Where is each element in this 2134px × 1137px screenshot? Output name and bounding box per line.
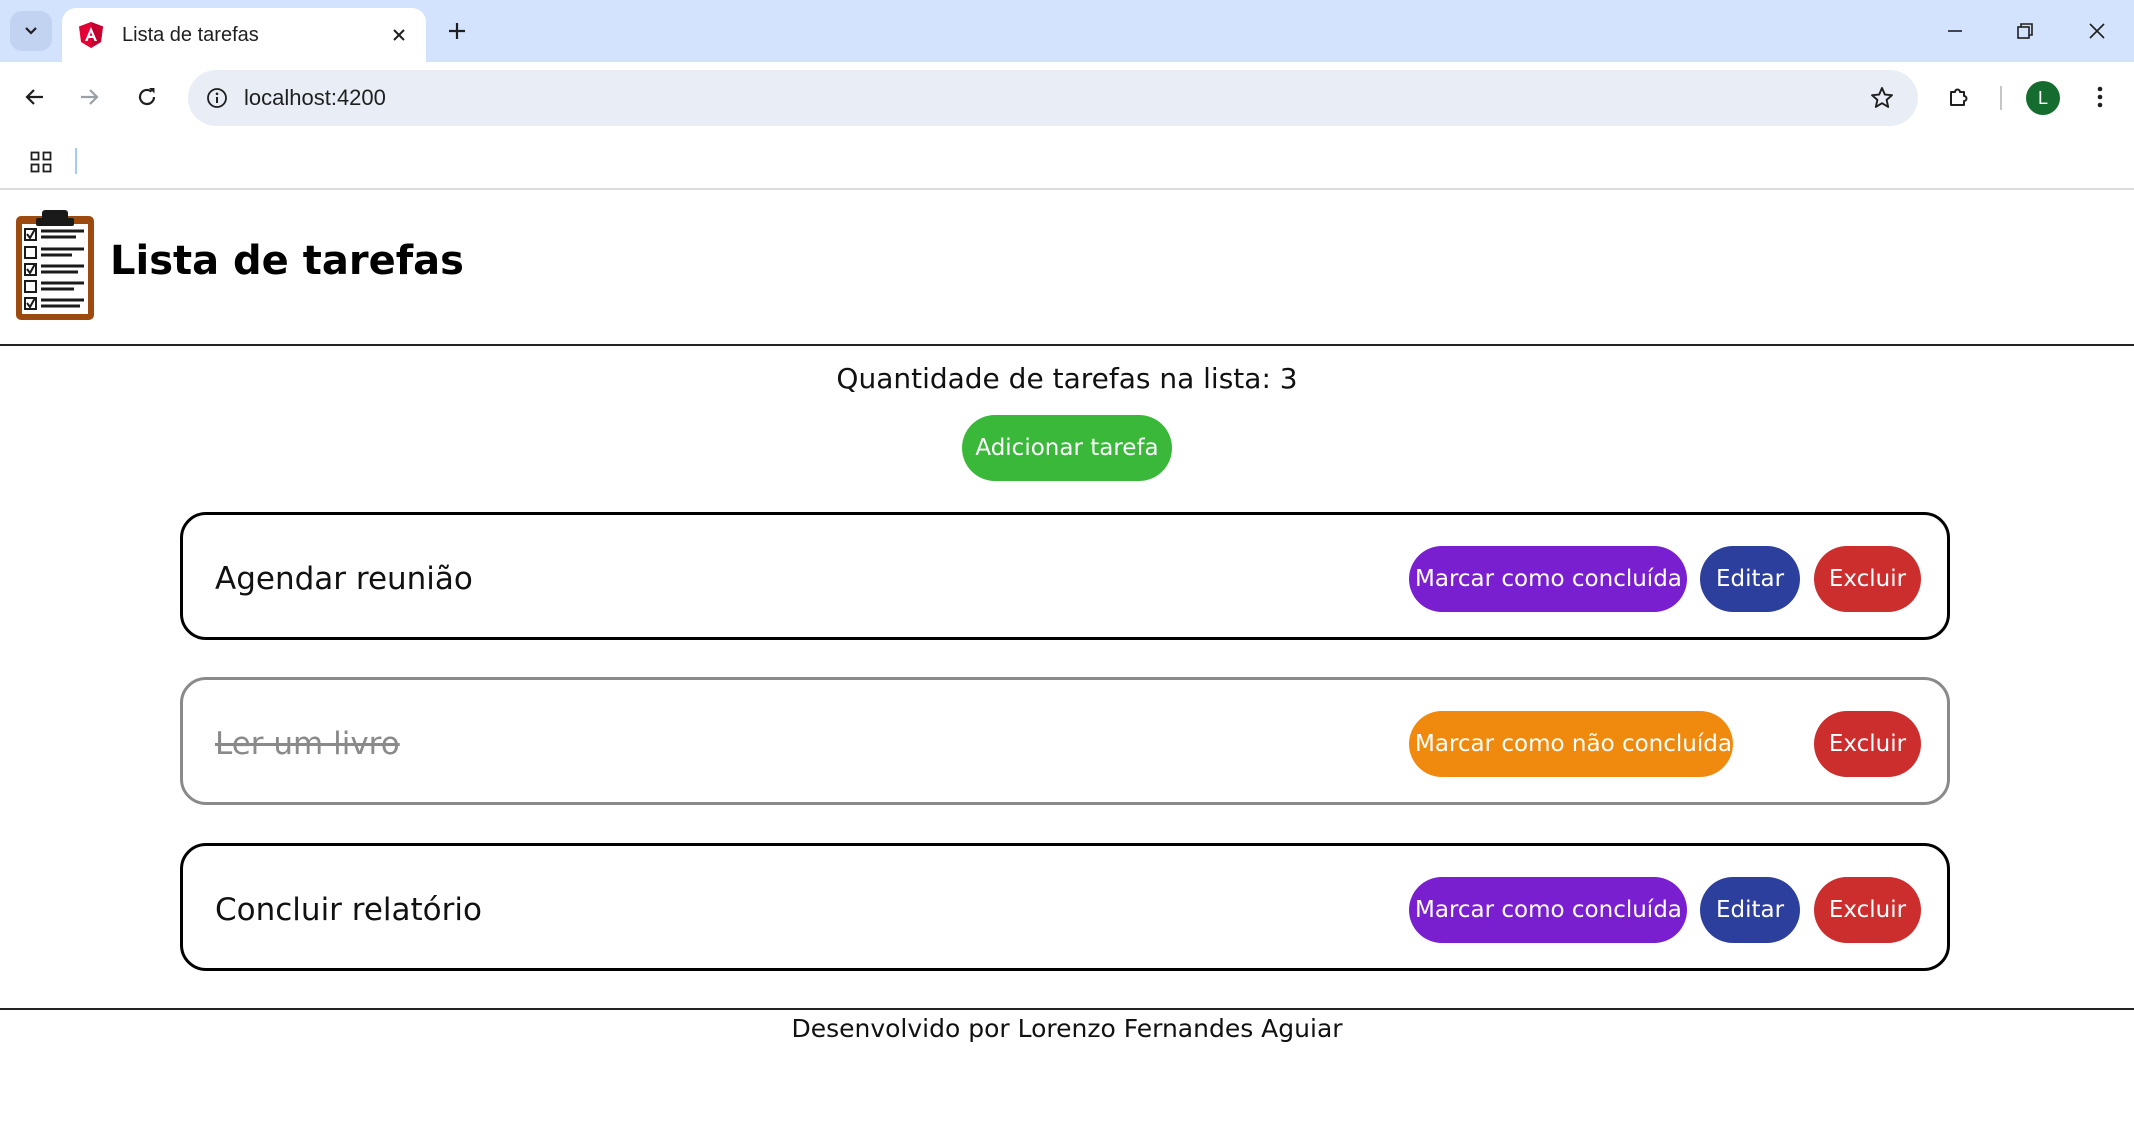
delete-button[interactable]: Excluir: [1814, 711, 1921, 777]
task-name: Agendar reunião: [215, 561, 473, 597]
site-info-icon[interactable]: [202, 83, 232, 113]
apps-button[interactable]: [22, 144, 60, 180]
mark-done-button[interactable]: Marcar como concluída: [1409, 546, 1687, 612]
page-title: Lista de tarefas: [110, 238, 464, 284]
close-tab-icon[interactable]: [382, 18, 416, 52]
restore-button[interactable]: [1990, 0, 2060, 62]
edit-button[interactable]: Editar: [1700, 546, 1800, 612]
minimize-button[interactable]: [1920, 0, 1990, 62]
active-tab[interactable]: Lista de tarefas: [62, 8, 426, 62]
footer-credit: Desenvolvido por Lorenzo Fernandes Aguia…: [791, 1014, 1343, 1043]
delete-button[interactable]: Excluir: [1814, 546, 1921, 612]
arrow-left-icon: [25, 89, 43, 105]
tab-title: Lista de tarefas: [122, 23, 259, 46]
bookmark-star-icon[interactable]: [1862, 78, 1902, 118]
edit-button[interactable]: Editar: [1700, 877, 1800, 943]
forward-button[interactable]: [66, 74, 112, 120]
task-name: Ler um livro: [215, 726, 400, 762]
clipboard-checklist-icon: [16, 210, 94, 320]
task-card-completed: Ler um livro Marcar como não concluída E…: [180, 677, 1950, 805]
apps-grid-icon: [30, 151, 52, 173]
address-bar[interactable]: localhost:4200: [188, 70, 1918, 126]
minimize-icon: [1948, 30, 1962, 32]
delete-button[interactable]: Excluir: [1814, 877, 1921, 943]
close-icon: [2089, 23, 2105, 39]
puzzle-icon: [1950, 88, 1968, 106]
close-window-button[interactable]: [2062, 0, 2132, 62]
profile-avatar[interactable]: L: [2026, 81, 2060, 115]
task-card: Concluir relatório Marcar como concluída…: [180, 843, 1950, 971]
plus-icon: [449, 23, 465, 39]
browser-toolbar: localhost:4200 L: [0, 62, 2134, 134]
task-counter: Quantidade de tarefas na lista: 3: [836, 362, 1298, 395]
page-footer: Desenvolvido por Lorenzo Fernandes Aguia…: [0, 1008, 2134, 1043]
task-name: Concluir relatório: [215, 892, 482, 928]
reload-icon: [138, 88, 156, 106]
restore-icon: [2017, 23, 2033, 39]
arrow-right-icon: [81, 89, 99, 105]
angular-logo-icon: [79, 22, 103, 48]
reload-button[interactable]: [124, 74, 170, 120]
task-card: Agendar reunião Marcar como concluída Ed…: [180, 512, 1950, 640]
mark-undone-button[interactable]: Marcar como não concluída: [1409, 711, 1733, 777]
add-task-button[interactable]: Adicionar tarefa: [962, 415, 1172, 481]
new-tab-button[interactable]: [438, 12, 476, 50]
browser-menu-button[interactable]: [2080, 74, 2120, 120]
bookmarks-bar: [0, 134, 2134, 190]
app-header: Lista de tarefas: [0, 190, 2134, 346]
back-button[interactable]: [12, 74, 58, 120]
bookmarks-divider: [75, 148, 77, 174]
more-vertical-icon: [2097, 86, 2103, 108]
toolbar-divider: [2000, 86, 2002, 110]
chevron-down-icon: [25, 27, 37, 35]
page-content: Lista de tarefas Quantidade de tarefas n…: [0, 190, 2134, 1137]
url-text[interactable]: localhost:4200: [244, 85, 1862, 111]
mark-done-button[interactable]: Marcar como concluída: [1409, 877, 1687, 943]
extensions-button[interactable]: [1936, 74, 1982, 120]
tab-strip: Lista de tarefas: [0, 0, 2134, 62]
tab-search-button[interactable]: [10, 11, 52, 51]
